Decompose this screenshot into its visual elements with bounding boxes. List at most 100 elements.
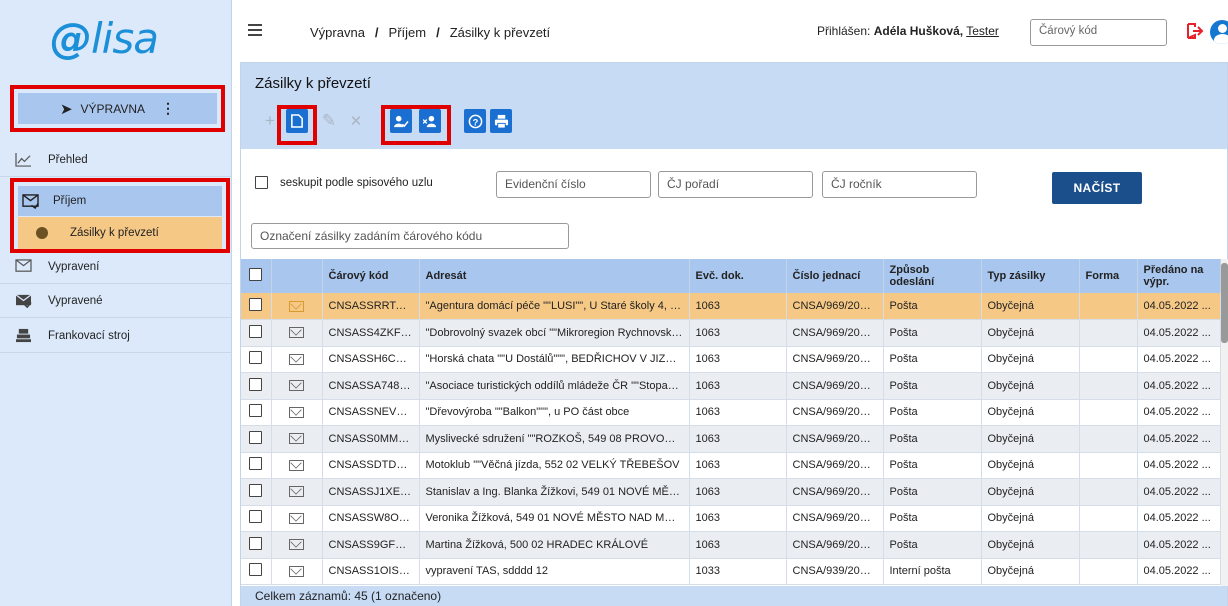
shipment-type-cell: Obyčejná — [981, 531, 1080, 559]
cj-order-input[interactable]: ČJ pořadí — [658, 171, 813, 198]
load-button[interactable]: NAČÍST — [1052, 172, 1142, 204]
row-checkbox[interactable] — [249, 430, 263, 444]
sidebar-item-label: Zásilky k převzetí — [70, 227, 159, 239]
row-type-cell — [271, 452, 323, 479]
form-cell — [1079, 505, 1138, 532]
doc-number-cell: 1063 — [689, 452, 787, 479]
evidence-number-input[interactable]: Evidenční číslo — [496, 171, 651, 198]
select-all-header[interactable] — [241, 259, 272, 293]
column-header-doc-number[interactable]: Evč. dok. — [689, 259, 787, 293]
envelope-icon — [289, 539, 304, 551]
user-avatar-icon[interactable] — [1210, 20, 1228, 44]
handed-over-cell: 04.05.2022 ... — [1137, 505, 1221, 532]
row-checkbox[interactable] — [249, 377, 263, 391]
barcode-cell: CNSASSW8OJD9... — [322, 505, 420, 532]
recipient-cell: "Dřevovýroba ""Balkon""", u PO část obce — [419, 399, 690, 426]
table-row[interactable]: CNSASS9GFOF9... Martina Žížková, 500 02 H… — [241, 531, 1221, 559]
table-row[interactable]: CNSASSNEVCU8... "Dřevovýroba ""Balkon""",… — [241, 399, 1221, 426]
handed-over-cell: 04.05.2022 ... — [1137, 558, 1221, 585]
row-select-cell[interactable] — [241, 478, 272, 506]
row-select-cell[interactable] — [241, 346, 272, 373]
sidebar-item-prehled[interactable]: Přehled — [0, 143, 231, 177]
row-select-cell[interactable] — [241, 293, 272, 320]
row-type-cell — [271, 399, 323, 426]
sidebar-item-vypraveni[interactable]: Vypravení — [0, 250, 231, 284]
column-header-reference-number[interactable]: Číslo jednací — [786, 259, 884, 293]
cj-year-input[interactable]: ČJ ročník — [822, 171, 977, 198]
recipient-cell: "Asociace turistických oddílů mládeže ČR… — [419, 372, 690, 400]
select-all-checkbox[interactable] — [249, 268, 263, 281]
table-row[interactable]: CNSASS0MMHW... Myslivecké sdružení ""ROZK… — [241, 425, 1221, 453]
row-checkbox[interactable] — [249, 298, 263, 311]
sidebar-item-vypravene[interactable]: Vypravené — [0, 284, 231, 318]
row-select-cell[interactable] — [241, 425, 272, 453]
group-by-node-option[interactable]: seskupit podle spisového uzlu — [255, 176, 433, 189]
row-type-cell — [271, 531, 323, 559]
accept-person-icon[interactable] — [390, 109, 412, 133]
column-header-barcode[interactable]: Čárový kód — [322, 259, 420, 293]
logout-icon[interactable] — [1186, 22, 1204, 40]
table-row[interactable]: CNSASSW8OJD9... Veronika Žížková, 549 01 … — [241, 505, 1221, 532]
breadcrumb-item[interactable]: Výpravna — [310, 25, 365, 40]
column-header-recipient[interactable]: Adresát — [419, 259, 690, 293]
login-info: Přihlášen: Adéla Hušková, Tester — [817, 24, 999, 38]
print-icon[interactable] — [490, 109, 512, 133]
barcode-search-input[interactable]: Čárový kód — [1030, 19, 1167, 46]
table-row[interactable]: CNSASS4ZKFF869 "Dobrovolný svazek obcí ""… — [241, 319, 1221, 347]
new-document-icon[interactable] — [286, 109, 308, 133]
column-header-form[interactable]: Forma — [1079, 259, 1138, 293]
row-select-cell[interactable] — [241, 372, 272, 400]
table-row[interactable]: CNSASSH6CKH8... "Horská chata ""U Dostálů… — [241, 346, 1221, 373]
sidebar-item-label: Frankovací stroj — [48, 329, 130, 342]
row-select-cell[interactable] — [241, 452, 272, 479]
table-row[interactable]: CNSASSA748S8... "Asociace turistických od… — [241, 372, 1221, 400]
breadcrumb-item[interactable]: Příjem — [389, 25, 427, 40]
column-header-send-method[interactable]: Způsob odeslání — [883, 259, 982, 293]
filter-bar: seskupit podle spisového uzlu Evidenční … — [241, 149, 1227, 204]
menu-icon[interactable] — [248, 24, 262, 36]
more-vert-icon[interactable]: ⋮ — [161, 100, 175, 117]
reject-person-icon[interactable] — [419, 109, 441, 133]
barcode-mark-input[interactable]: Označení zásilky zadáním čárového kódu — [251, 223, 569, 249]
elisa-logo[interactable]: @lisa — [50, 14, 159, 63]
user-role-link[interactable]: Tester — [966, 24, 999, 38]
row-checkbox[interactable] — [249, 404, 263, 418]
page-title: Zásilky k převzetí — [241, 63, 1227, 101]
form-cell — [1079, 452, 1138, 479]
table-row[interactable]: CNSASSRRTAD8... "Agentura domácí péče ""L… — [241, 293, 1221, 320]
envelope-icon — [289, 406, 304, 418]
table-row[interactable]: CNSASSDTDMY... Motoklub ""Věčná jízda, 55… — [241, 452, 1221, 479]
column-header-handed-over[interactable]: Předáno na výpr. — [1137, 259, 1221, 293]
row-select-cell[interactable] — [241, 558, 272, 585]
column-header-shipment-type[interactable]: Typ zásilky — [981, 259, 1080, 293]
delete-icon[interactable]: ✕ — [345, 109, 367, 133]
sidebar-item-zasilky-k-prevzeti[interactable]: Zásilky k převzetí — [18, 217, 222, 249]
row-checkbox[interactable] — [249, 510, 263, 524]
barcode-cell: CNSASSNEVCU8... — [322, 399, 420, 426]
row-select-cell[interactable] — [241, 505, 272, 532]
row-checkbox[interactable] — [249, 351, 263, 365]
module-button[interactable]: ➤ VÝPRAVNA ⋮ — [18, 93, 217, 124]
row-checkbox[interactable] — [249, 324, 263, 338]
scrollbar-thumb[interactable] — [1221, 263, 1228, 343]
doc-number-cell: 1063 — [689, 425, 787, 453]
row-checkbox[interactable] — [249, 563, 263, 577]
table-scrollbar[interactable] — [1221, 259, 1228, 586]
envelope-icon — [289, 353, 304, 365]
breadcrumb-separator: / — [374, 25, 379, 40]
row-select-cell[interactable] — [241, 531, 272, 559]
edit-icon[interactable]: ✎ — [318, 109, 340, 133]
row-select-cell[interactable] — [241, 399, 272, 426]
sidebar-item-label: Vypravení — [48, 260, 100, 273]
row-checkbox[interactable] — [249, 536, 263, 550]
row-checkbox[interactable] — [249, 483, 263, 497]
sidebar-item-frankovaci-stroj[interactable]: Frankovací stroj — [0, 319, 231, 353]
help-icon[interactable]: ? — [464, 109, 486, 133]
sidebar-item-prijem[interactable]: Příjem — [18, 186, 222, 216]
row-select-cell[interactable] — [241, 319, 272, 347]
group-checkbox[interactable] — [255, 176, 268, 189]
table-row[interactable]: CNSASS1OISDA69 vypravení TAS, sdddd 12 103… — [241, 558, 1221, 585]
form-cell — [1079, 372, 1138, 400]
table-row[interactable]: CNSASSJ1XEB9... Stanislav a Ing. Blanka Ž… — [241, 478, 1221, 506]
row-checkbox[interactable] — [249, 457, 263, 471]
